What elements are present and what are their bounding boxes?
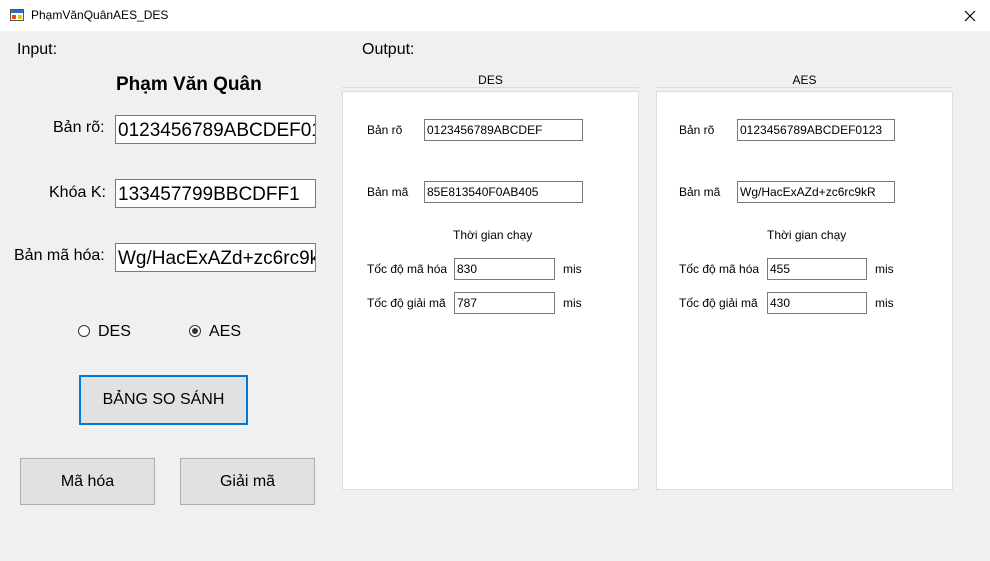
plaintext-input[interactable]: 0123456789ABCDEF01: [115, 115, 316, 144]
des-panel: [342, 91, 639, 490]
des-dec-unit: mis: [563, 296, 582, 310]
app-icon: [10, 9, 24, 21]
aes-dec-speed-label: Tốc độ giải mã: [679, 296, 758, 310]
key-input[interactable]: 133457799BBCDFF1: [115, 179, 316, 208]
aes-plaintext-field[interactable]: 0123456789ABCDEF0123: [737, 119, 895, 141]
window-title: PhạmVănQuânAES_DES: [31, 8, 169, 22]
aes-enc-speed-label: Tốc độ mã hóa: [679, 262, 760, 276]
cipher-input[interactable]: Wg/HacExAZd+zc6rc9kR: [115, 243, 316, 272]
des-enc-speed-field[interactable]: 830: [454, 258, 555, 280]
aes-enc-unit: mis: [875, 262, 894, 276]
close-button[interactable]: [950, 0, 990, 31]
plaintext-label: Bản rõ:: [53, 119, 105, 136]
encrypt-button[interactable]: Mã hóa: [20, 458, 155, 505]
des-enc-unit: mis: [563, 262, 582, 276]
radio-aes-label[interactable]: AES: [209, 323, 241, 341]
des-dec-speed-label: Tốc độ giải mã: [367, 296, 446, 310]
des-group-line: [342, 87, 639, 88]
radio-aes-selected-dot: [192, 328, 198, 334]
aes-group-title: AES: [792, 73, 817, 87]
key-label: Khóa K:: [49, 184, 106, 201]
author-name: Phạm Văn Quân: [116, 74, 262, 95]
aes-cipher-label: Bản mã: [679, 185, 721, 199]
decrypt-button[interactable]: Giải mã: [180, 458, 315, 505]
aes-cipher-field[interactable]: Wg/HacExAZd+zc6rc9kR: [737, 181, 895, 203]
des-runtime-title: Thời gian chạy: [453, 228, 533, 242]
output-heading: Output:: [362, 41, 415, 58]
des-plaintext-label: Bản rõ: [367, 123, 403, 137]
close-icon: [964, 10, 976, 21]
compare-button[interactable]: BẢNG SO SÁNH: [79, 375, 248, 425]
des-dec-speed-field[interactable]: 787: [454, 292, 555, 314]
aes-group-line: [656, 87, 953, 88]
aes-dec-unit: mis: [875, 296, 894, 310]
aes-enc-speed-field[interactable]: 455: [767, 258, 867, 280]
des-group-title: DES: [478, 73, 503, 87]
des-cipher-field[interactable]: 85E813540F0AB405: [424, 181, 583, 203]
radio-aes[interactable]: [189, 325, 201, 337]
aes-panel: [656, 91, 953, 490]
des-plaintext-field[interactable]: 0123456789ABCDEF: [424, 119, 583, 141]
radio-des[interactable]: [78, 325, 90, 337]
aes-plaintext-label: Bản rõ: [679, 123, 715, 137]
des-enc-speed-label: Tốc độ mã hóa: [367, 262, 448, 276]
cipher-label: Bản mã hóa:: [14, 247, 105, 264]
aes-dec-speed-field[interactable]: 430: [767, 292, 867, 314]
radio-des-label[interactable]: DES: [98, 323, 131, 341]
aes-runtime-title: Thời gian chạy: [767, 228, 847, 242]
des-cipher-label: Bản mã: [367, 185, 409, 199]
input-heading: Input:: [17, 41, 58, 58]
